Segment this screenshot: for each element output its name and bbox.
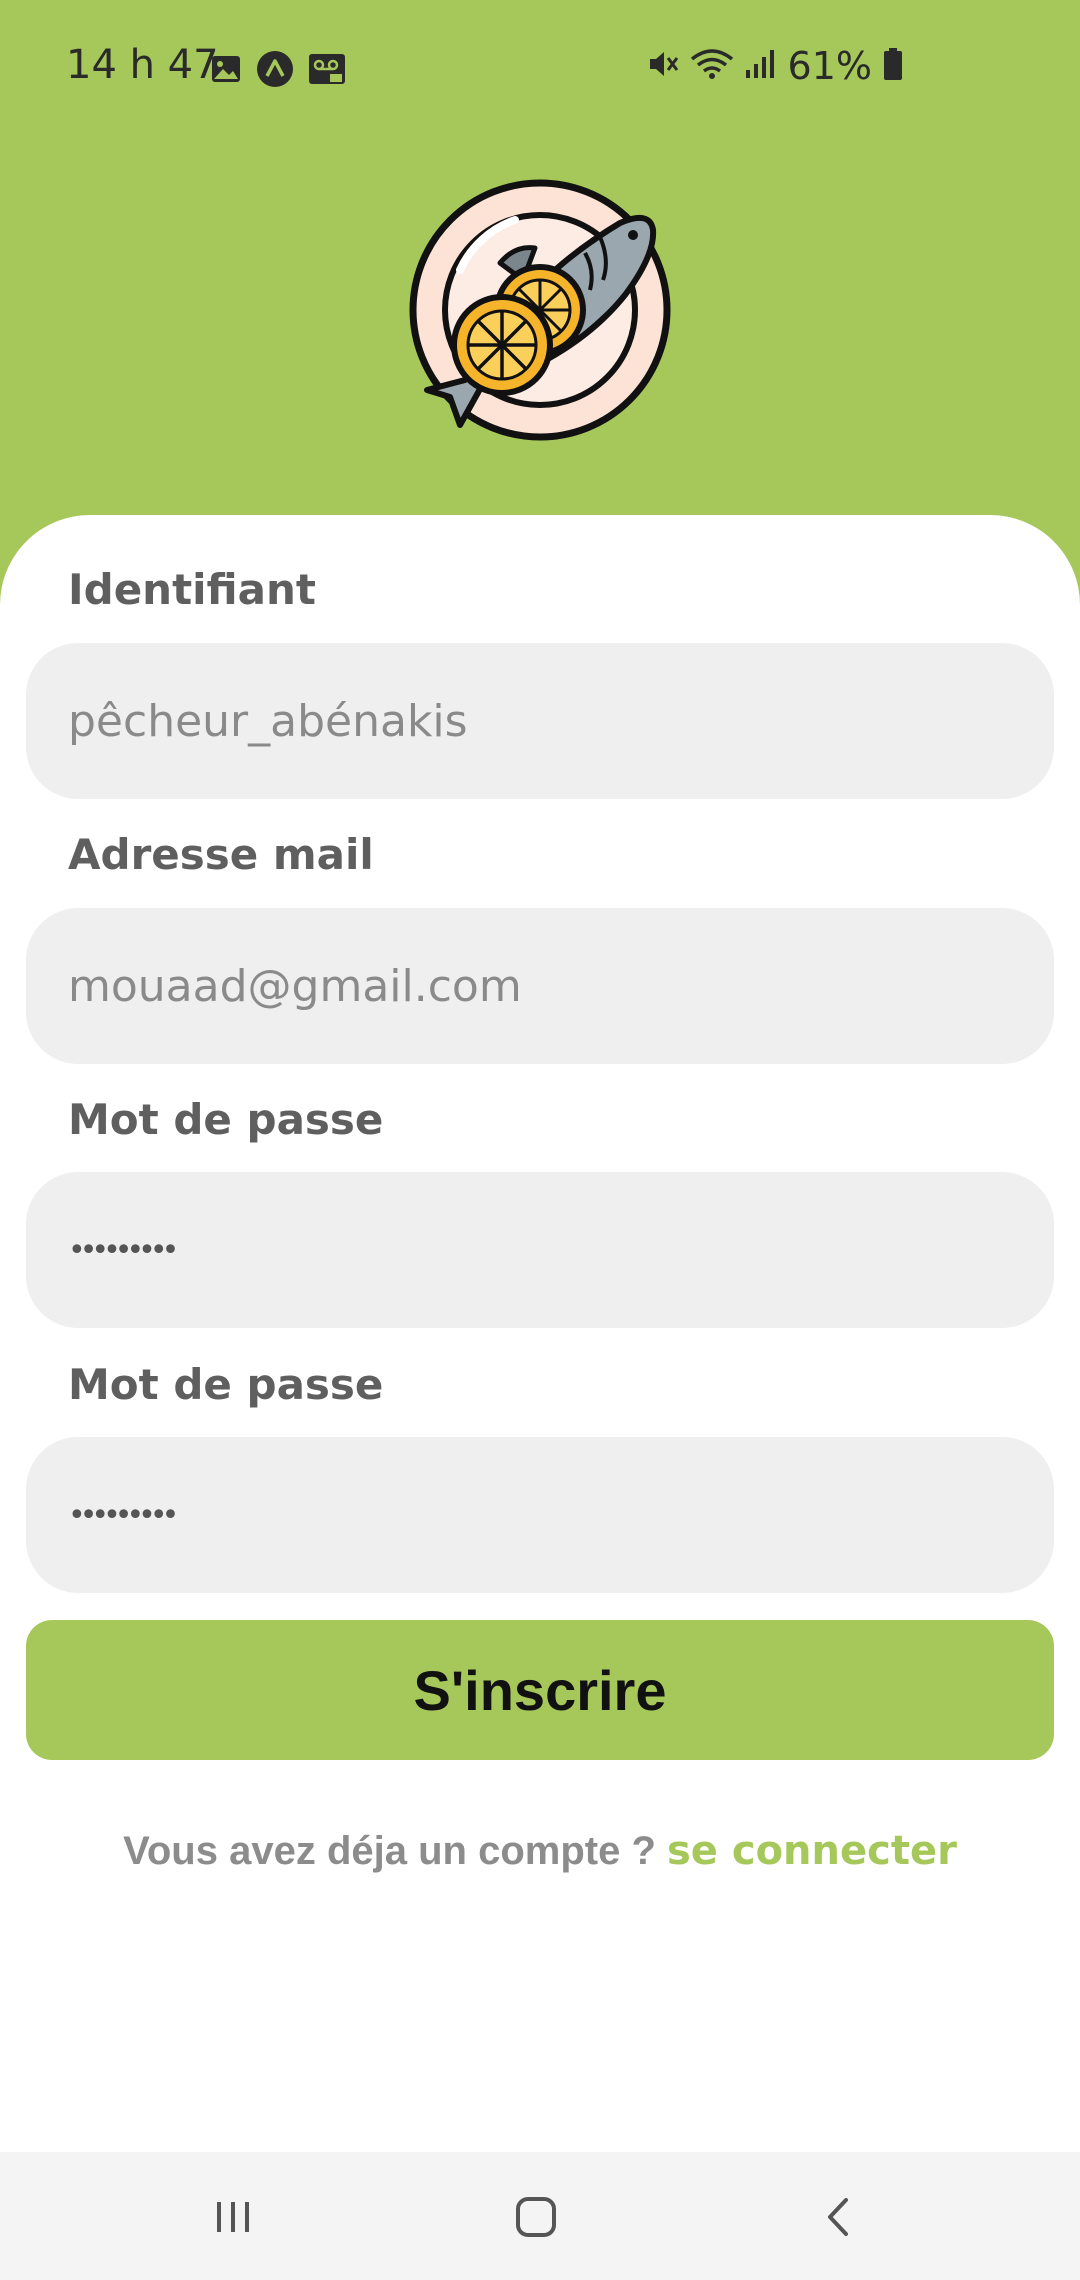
fish-plate-lemon-icon	[405, 175, 675, 445]
password-label: Mot de passe	[68, 1095, 384, 1144]
login-link[interactable]: se connecter	[667, 1828, 957, 1874]
signal-icon	[744, 48, 778, 85]
signup-form-card: Identifiant Adresse mail Mot de passe ••…	[0, 515, 1080, 2155]
battery-percent: 61%	[787, 44, 872, 88]
status-system-icons: 61%	[646, 44, 904, 88]
login-prompt: Vous avez déja un compte ? se connecter	[0, 1828, 1080, 1874]
status-time: 14 h 47	[66, 42, 219, 88]
signup-button[interactable]: S'inscrire	[26, 1620, 1054, 1760]
login-prompt-question: Vous avez déja un compte ?	[123, 1829, 656, 1873]
system-nav-bar	[0, 2152, 1080, 2280]
wifi-icon	[690, 47, 734, 86]
mute-icon	[646, 47, 680, 86]
signup-screen: 14 h 47 61% Identifiant pêcheur_abénakis…	[0, 0, 1080, 2280]
password-field[interactable]: •••••••••	[26, 1172, 1054, 1328]
app-notification-icon	[256, 50, 294, 93]
home-icon[interactable]	[501, 2182, 571, 2252]
email-label: Adresse mail	[68, 830, 374, 879]
confirm-password-label: Mot de passe	[68, 1360, 384, 1409]
gallery-icon	[210, 53, 242, 90]
voicemail-icon	[308, 52, 348, 91]
email-field[interactable]	[26, 908, 1054, 1064]
username-label: Identifiant	[68, 565, 317, 614]
battery-icon	[882, 47, 904, 86]
username-field[interactable]	[26, 643, 1054, 799]
confirm-password-field[interactable]: •••••••••	[26, 1437, 1054, 1593]
back-icon[interactable]	[804, 2182, 874, 2252]
status-bar: 14 h 47 61%	[0, 0, 1080, 135]
recent-apps-icon[interactable]	[198, 2182, 268, 2252]
status-notification-icons	[210, 50, 348, 93]
